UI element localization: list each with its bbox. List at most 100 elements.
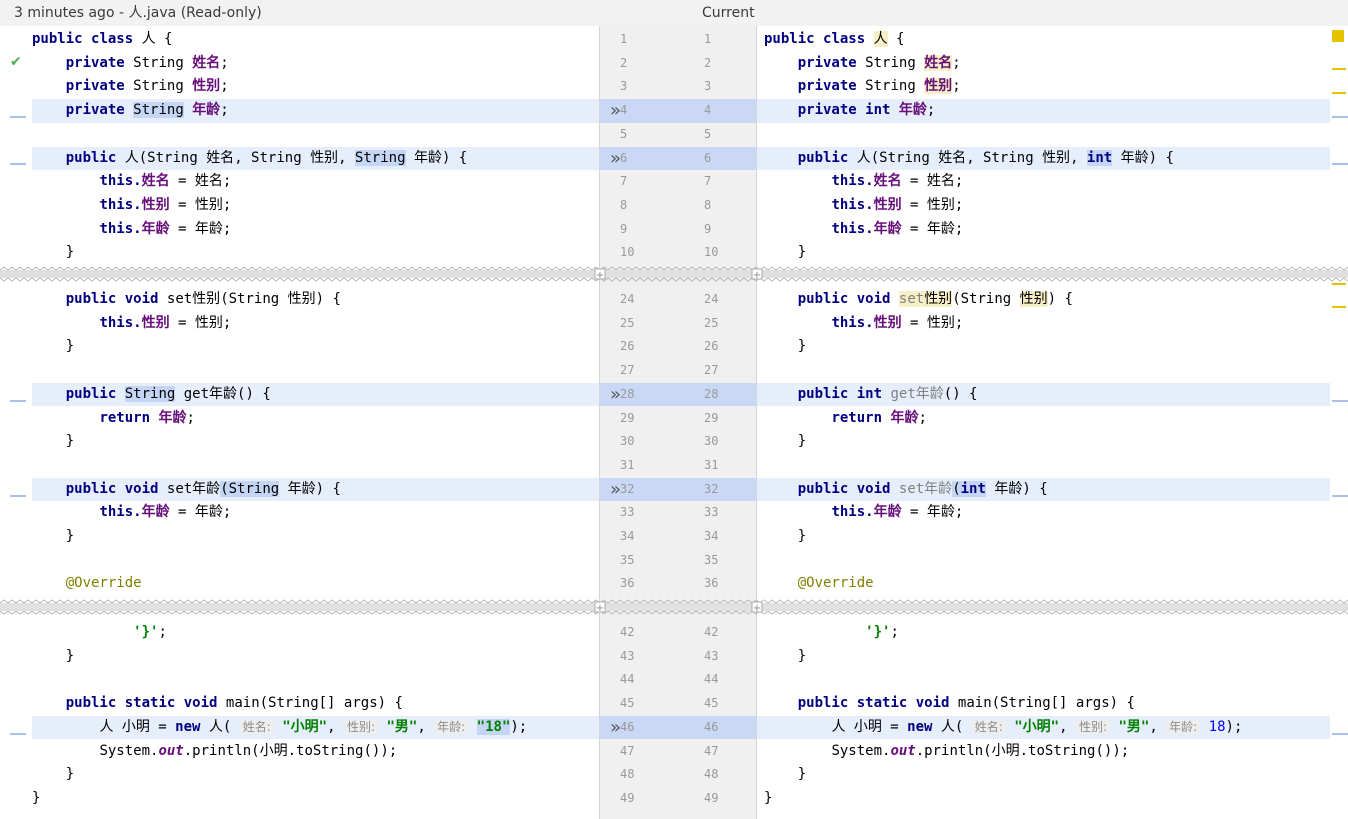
code-line-changed: public 人(String 姓名, String 性别, String 年龄…	[32, 146, 599, 171]
left-line-number: 4	[620, 103, 628, 118]
code-line-changed: public 人(String 姓名, String 性别, int 年龄) {	[757, 146, 1330, 171]
code-line: public static void main(String[] args) {	[797, 695, 1135, 712]
warning-marker[interactable]	[1332, 30, 1344, 42]
right-line-number: 49	[704, 790, 719, 805]
change-marker	[1332, 163, 1348, 165]
code-line: }	[32, 528, 75, 544]
right-line-number: 29	[704, 410, 719, 425]
left-line-number: 27	[620, 363, 635, 378]
code-line: System.out.println(小明.toString());	[99, 742, 398, 759]
right-line-number: 3	[704, 79, 712, 94]
code-line: this.性别 = 性别;	[99, 196, 232, 213]
left-editor[interactable]: ✔ public class 人 { private String 姓名; pr…	[0, 26, 599, 819]
right-editor[interactable]: public class 人 { private String 姓名; priv…	[757, 26, 1348, 819]
right-line-number: 47	[704, 743, 719, 758]
right-line-number: 45	[704, 696, 719, 711]
change-marker	[10, 733, 26, 735]
code-line: }	[32, 789, 41, 806]
left-line-number: 33	[620, 505, 635, 520]
change-marker	[1332, 733, 1348, 735]
left-line-number: 44	[620, 672, 635, 687]
left-line-number: 6	[620, 150, 628, 165]
code-line: }	[32, 244, 75, 261]
code-line: return 年龄;	[99, 409, 195, 426]
svg-text:+: +	[753, 603, 761, 614]
warning-marker[interactable]	[1332, 306, 1346, 308]
right-line-number: 25	[704, 315, 719, 330]
right-line-number: 6	[704, 150, 712, 165]
change-marker	[10, 400, 26, 402]
left-line-number: 30	[620, 434, 635, 449]
code-line: }	[32, 338, 75, 355]
warning-marker[interactable]	[1332, 283, 1346, 285]
left-line-number: 29	[620, 410, 635, 425]
left-line-number: 1	[620, 32, 628, 46]
left-line-number: 8	[620, 197, 628, 212]
svg-text:+: +	[596, 270, 604, 281]
right-line-number: 7	[704, 174, 712, 189]
left-line-number: 49	[620, 790, 635, 805]
collapsed-region-separator[interactable]: + +	[0, 266, 1348, 282]
right-line-number: 1	[704, 32, 712, 46]
code-line: private String 姓名;	[65, 54, 229, 71]
left-line-number: 2	[620, 55, 628, 70]
code-line-changed: private int 年龄;	[757, 99, 1330, 123]
left-line-number: 5	[620, 126, 628, 141]
right-line-number: 10	[704, 245, 719, 260]
right-pane-title: Current	[702, 5, 755, 21]
left-line-number: 47	[620, 743, 635, 758]
code-line: this.姓名 = 姓名;	[831, 173, 964, 190]
code-line-changed: public void set年龄(int 年龄) {	[757, 477, 1330, 502]
diff-gutter: » » » » » 1 2 3 4 5 6 7 8 9 10 24 25 26 27 28 29 30 31 32 3…	[599, 26, 757, 819]
change-marker	[1332, 116, 1348, 118]
right-line-number: 48	[704, 767, 719, 782]
code-line: this.姓名 = 姓名;	[99, 173, 232, 190]
change-marker	[10, 163, 26, 165]
left-line-number: 46	[620, 719, 635, 734]
change-marker	[10, 495, 26, 497]
code-line: }	[764, 528, 807, 544]
left-line-number: 42	[620, 625, 635, 639]
code-line: this.年龄 = 年龄;	[831, 504, 964, 521]
code-line: }	[764, 338, 807, 355]
right-line-number: 35	[704, 552, 719, 567]
code-line: public class 人 {	[32, 31, 173, 47]
change-marker	[10, 116, 26, 118]
warning-marker[interactable]	[1332, 92, 1346, 94]
left-line-number: 7	[620, 174, 628, 189]
code-line: @Override	[65, 575, 142, 592]
right-line-number: 42	[704, 625, 719, 639]
left-line-number: 35	[620, 552, 635, 567]
collapsed-region-separator[interactable]: + +	[0, 599, 1348, 615]
left-line-number: 48	[620, 767, 635, 782]
code-line: this.年龄 = 年龄;	[831, 220, 964, 237]
left-line-number: 3	[620, 79, 628, 94]
right-line-number: 5	[704, 126, 712, 141]
warning-marker[interactable]	[1332, 68, 1346, 70]
code-line: this.性别 = 性别;	[99, 314, 232, 331]
code-line: }	[764, 647, 807, 664]
code-line: @Override	[797, 575, 874, 592]
code-line: public static void main(String[] args) {	[65, 695, 403, 712]
code-line: System.out.println(小明.toString());	[831, 742, 1130, 759]
left-line-number: 28	[620, 386, 635, 401]
right-line-number: 31	[704, 457, 719, 472]
code-line-changed: private String 年龄;	[32, 99, 599, 123]
right-line-number: 46	[704, 719, 719, 734]
right-line-number: 33	[704, 505, 719, 520]
right-line-number: 44	[704, 672, 719, 687]
code-line: }	[764, 789, 773, 806]
code-line: '}';	[865, 624, 899, 640]
code-line: this.性别 = 性别;	[831, 314, 964, 331]
left-line-number: 36	[620, 576, 635, 591]
left-line-number: 10	[620, 245, 635, 260]
right-line-number: 8	[704, 197, 712, 212]
code-line: }	[32, 647, 75, 664]
